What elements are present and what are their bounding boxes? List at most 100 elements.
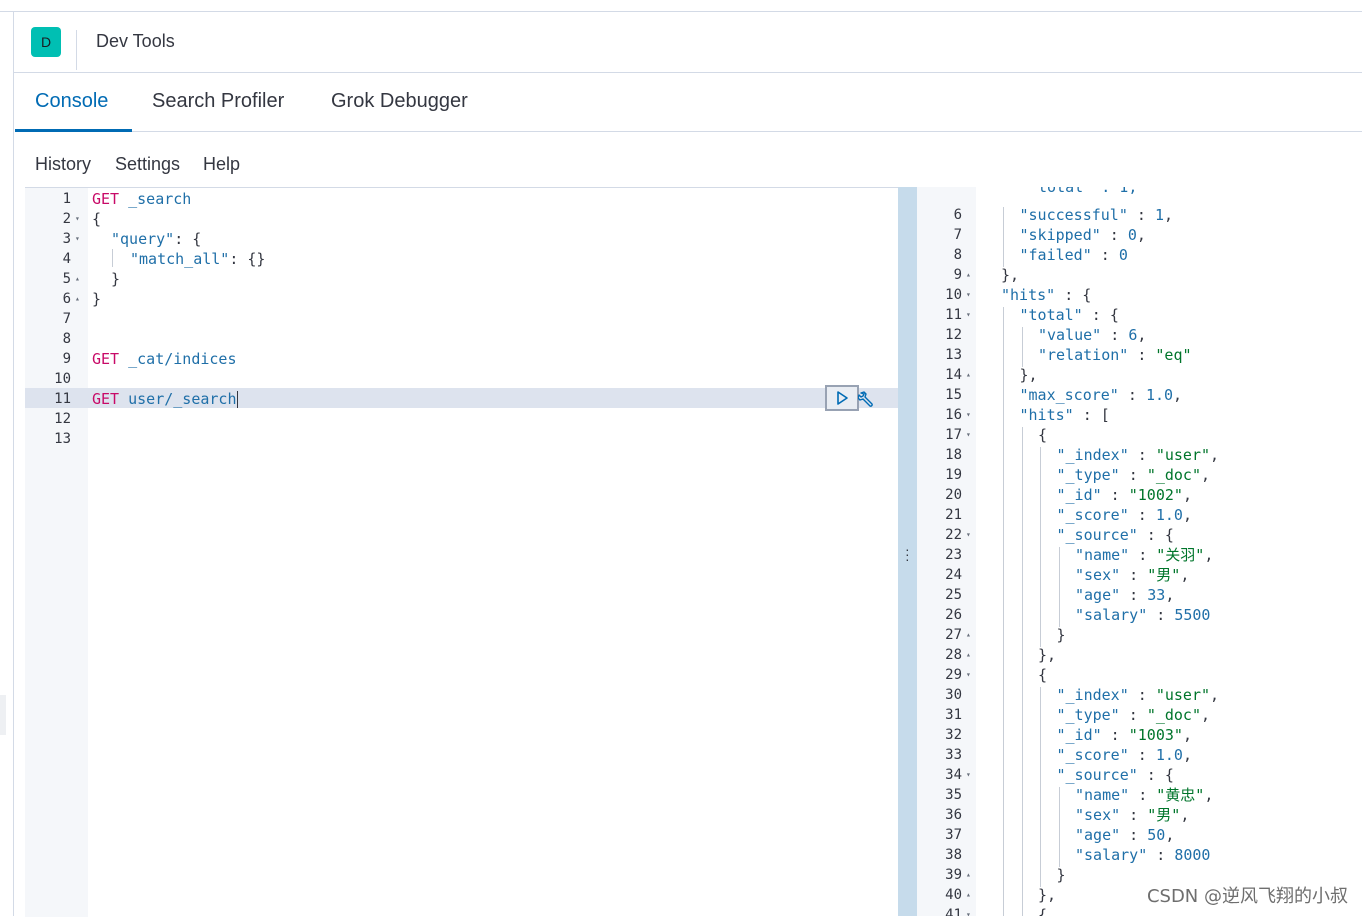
line-number-text: 30 <box>945 687 962 703</box>
panel-resizer[interactable]: ··· <box>898 187 917 916</box>
fold-arrow-icon[interactable]: ▾ <box>75 209 80 229</box>
response-code-line: "relation" : "eq" <box>1038 345 1192 365</box>
json-punct: , <box>1210 686 1219 704</box>
response-code-line: "salary" : 5500 <box>1075 605 1210 625</box>
indent-guide <box>1022 487 1023 507</box>
fold-arrow-icon[interactable]: ▾ <box>966 665 971 685</box>
json-key: "_source" <box>1057 766 1138 784</box>
line-number-text: 29 <box>945 667 962 683</box>
json-separator: : <box>1128 346 1155 364</box>
fold-arrow-icon[interactable]: ▾ <box>966 425 971 445</box>
line-number-text: 4 <box>63 251 71 267</box>
fold-arrow-icon[interactable]: ▴ <box>966 865 971 885</box>
response-code-line: "_score" : 1.0, <box>1057 505 1192 525</box>
line-number-text: 10 <box>54 371 71 387</box>
response-code-line: "name" : "关羽", <box>1075 545 1213 565</box>
header-separator <box>76 30 77 70</box>
indent-guide <box>1022 827 1023 847</box>
json-separator: : <box>1074 406 1101 424</box>
send-request-button[interactable] <box>825 385 859 411</box>
fold-arrow-icon[interactable]: ▴ <box>966 265 971 285</box>
indent-guide <box>1003 367 1004 387</box>
indent-guide <box>1040 467 1041 487</box>
line-number: 6 <box>917 205 962 225</box>
indent-guide <box>1003 207 1004 227</box>
indent-guide <box>1003 607 1004 627</box>
request-editor[interactable]: 12▾3▾45▴6▴78910111213 GET _search { "que… <box>25 187 898 916</box>
fold-arrow-icon[interactable]: ▾ <box>966 525 971 545</box>
tab-search-profiler[interactable]: Search Profiler <box>152 90 284 113</box>
json-value: 0 <box>1128 226 1137 244</box>
json-punct: , <box>1201 706 1210 724</box>
indent-guide <box>1059 827 1060 847</box>
code-line-3: "query": { <box>111 229 201 249</box>
line-number-text: 38 <box>945 847 962 863</box>
line-number: 25 <box>917 585 962 605</box>
line-number: 34▾ <box>917 765 962 785</box>
line-number: 13 <box>25 429 71 449</box>
response-editor[interactable]: "total" : 1, 6"successful" : 1,7"skipped… <box>917 187 1362 916</box>
line-number: 15 <box>917 385 962 405</box>
space-avatar[interactable]: D <box>31 27 61 57</box>
fold-arrow-icon[interactable]: ▴ <box>966 625 971 645</box>
line-number-text: 8 <box>954 247 962 263</box>
indent-guide <box>1022 627 1023 647</box>
indent-guide <box>1022 547 1023 567</box>
fold-arrow-icon[interactable]: ▾ <box>75 229 80 249</box>
line-number: 20 <box>917 485 962 505</box>
indent-guide <box>1040 727 1041 747</box>
settings-link[interactable]: Settings <box>115 154 180 175</box>
fold-arrow-icon[interactable]: ▾ <box>966 765 971 785</box>
indent-guide <box>1059 567 1060 587</box>
response-code-line: "value" : 6, <box>1038 325 1146 345</box>
json-punct: }, <box>1038 886 1056 904</box>
json-key: "_score" <box>1057 506 1129 524</box>
line-number-text: 28 <box>945 647 962 663</box>
http-method: GET <box>92 390 119 408</box>
code-line-11: GET user/_search <box>92 389 238 409</box>
json-punct: { <box>1110 306 1119 324</box>
fold-arrow-icon[interactable]: ▴ <box>966 885 971 905</box>
indent-guide <box>1022 587 1023 607</box>
fold-arrow-icon[interactable]: ▴ <box>75 289 80 309</box>
line-number: 11▾ <box>917 305 962 325</box>
help-link[interactable]: Help <box>203 154 240 175</box>
line-number-text: 2 <box>63 211 71 227</box>
request-path: user/_search <box>128 390 236 408</box>
tab-grok-debugger[interactable]: Grok Debugger <box>331 90 468 113</box>
json-key: "age" <box>1075 586 1120 604</box>
indent-guide <box>1022 467 1023 487</box>
fold-arrow-icon[interactable]: ▴ <box>966 365 971 385</box>
json-value: 8000 <box>1174 846 1210 864</box>
tab-console[interactable]: Console <box>35 90 108 113</box>
json-separator: : <box>1129 446 1156 464</box>
line-number-text: 8 <box>63 331 71 347</box>
play-icon <box>834 390 850 406</box>
line-number: 39▴ <box>917 865 962 885</box>
fold-arrow-icon[interactable]: ▾ <box>966 405 971 425</box>
line-number-text: 24 <box>945 567 962 583</box>
history-link[interactable]: History <box>35 154 91 175</box>
line-number-text: 17 <box>945 427 962 443</box>
indent-guide <box>1059 587 1060 607</box>
response-code-line: "sex" : "男", <box>1075 565 1189 585</box>
request-options-button[interactable] <box>857 388 879 410</box>
indent-guide <box>1003 507 1004 527</box>
fold-arrow-icon[interactable]: ▴ <box>75 269 80 289</box>
fold-arrow-icon[interactable]: ▾ <box>966 285 971 305</box>
indent-guide <box>1003 447 1004 467</box>
line-number-text: 41 <box>945 907 962 916</box>
line-number: 10▾ <box>917 285 962 305</box>
indent-guide <box>1003 227 1004 247</box>
line-number: 26 <box>917 605 962 625</box>
response-code-line: "_type" : "_doc", <box>1057 705 1211 725</box>
line-number: 6▴ <box>25 289 71 309</box>
indent-guide <box>1003 247 1004 267</box>
response-code-line: } <box>1057 865 1066 885</box>
fold-arrow-icon[interactable]: ▾ <box>966 305 971 325</box>
json-value: 5500 <box>1174 606 1210 624</box>
fold-arrow-icon[interactable]: ▴ <box>966 645 971 665</box>
indent-guide <box>1059 547 1060 567</box>
fold-arrow-icon[interactable]: ▾ <box>966 905 971 916</box>
http-method: GET <box>92 350 119 368</box>
